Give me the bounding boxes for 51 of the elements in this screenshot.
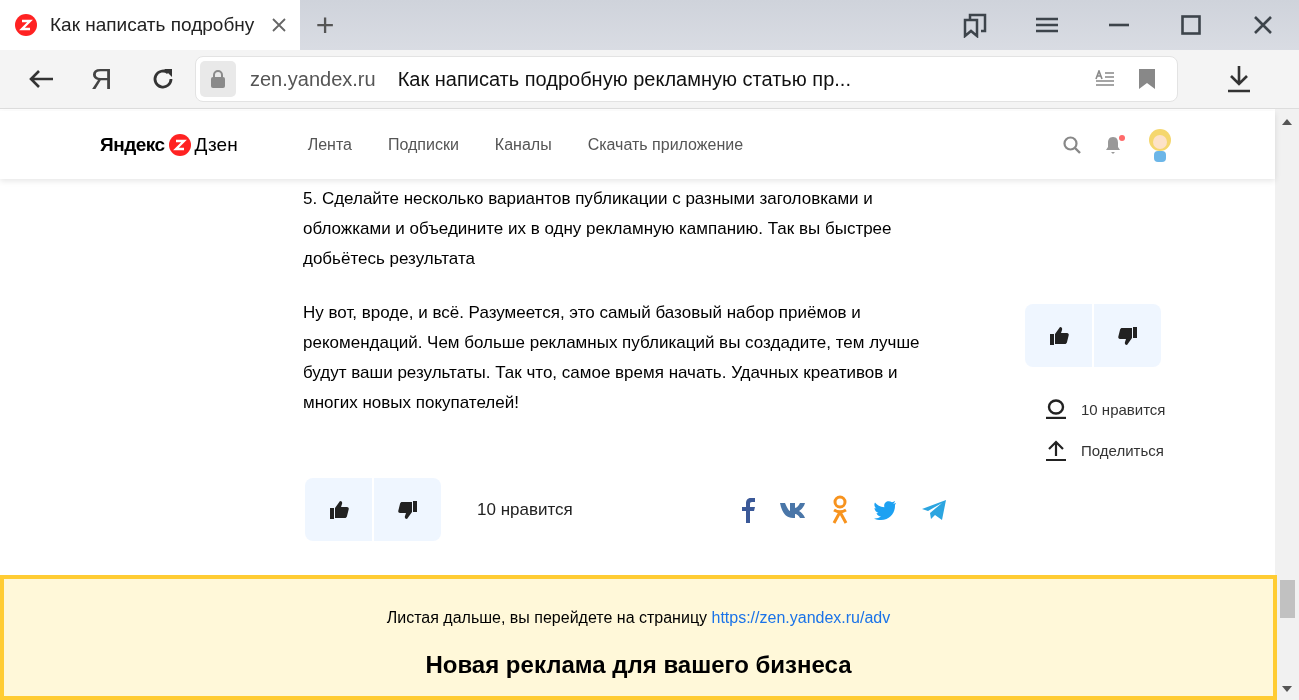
- close-icon[interactable]: [1254, 16, 1272, 34]
- vk-icon[interactable]: [778, 500, 807, 519]
- like-button[interactable]: [1025, 304, 1092, 367]
- nav-link[interactable]: Подписки: [387, 136, 459, 154]
- close-icon[interactable]: [272, 18, 286, 32]
- telegram-plane-icon[interactable]: [920, 498, 947, 521]
- likes-count: 10 нравится: [1081, 400, 1166, 418]
- browser-tab[interactable]: Как написать подробну: [0, 0, 300, 50]
- address-bar[interactable]: zen.yandex.ru Как написать подробную рекламную статью пр...: [195, 56, 1178, 102]
- thumbs-up-icon: [1047, 324, 1070, 347]
- nav-link[interactable]: Каналы: [494, 136, 552, 154]
- twitter-bird-icon[interactable]: [872, 499, 897, 520]
- new-tab-button[interactable]: +: [300, 0, 350, 50]
- minimize-icon[interactable]: [1109, 23, 1129, 27]
- logo-text[interactable]: Дзен: [194, 134, 238, 156]
- bookmark-icon[interactable]: [1139, 69, 1155, 89]
- scroll-down-icon[interactable]: [1282, 686, 1292, 692]
- facebook-icon[interactable]: [740, 496, 755, 523]
- likes-count: 10 нравится: [477, 499, 573, 520]
- article-paragraph: Ну вот, вроде, и всё. Разумеется, это самый базовый набор приёмов и рекомендаций. Чем больше рекламных публикаций вы создадите, тем лучше будут ваши результаты. Так что, самое время начать. Удачных креативов и многих новых покупателей!: [303, 302, 921, 414]
- zen-logo-icon: [14, 13, 38, 37]
- scroll-up-icon[interactable]: [1282, 119, 1292, 125]
- page-title: Как написать подробную рекламную статью пр...: [397, 67, 852, 91]
- zen-logo-icon: [167, 133, 192, 157]
- thumbs-down-icon: [396, 498, 419, 521]
- banner-link[interactable]: https://zen.yandex.ru/adv: [711, 609, 891, 626]
- scrollbar-thumb[interactable]: [1279, 580, 1295, 618]
- maximize-icon[interactable]: [1181, 15, 1201, 35]
- reader-mode-icon[interactable]: [1095, 70, 1115, 88]
- share-icon: [1045, 439, 1067, 461]
- search-icon[interactable]: [1063, 136, 1081, 154]
- article-paragraph: 5. Сделайте несколько вариантов публикации с разными заголовками и обложками и объедините их в одну рекламную кампанию. Так вы быстрее добьётесь результата: [303, 188, 893, 270]
- yandex-button[interactable]: Я: [71, 62, 132, 96]
- bell-icon[interactable]: [1103, 135, 1123, 155]
- next-article-title[interactable]: Новая реклама для вашего бизнеса: [425, 651, 852, 679]
- nav-link[interactable]: Лента: [307, 136, 352, 154]
- share-link[interactable]: Поделиться: [1081, 441, 1164, 459]
- dislike-button[interactable]: [374, 478, 441, 541]
- lock-icon: [200, 61, 236, 97]
- menu-icon[interactable]: [1036, 17, 1058, 33]
- download-icon: [1226, 65, 1251, 93]
- back-arrow-icon: [27, 69, 54, 89]
- thumbs-down-icon: [1116, 324, 1139, 347]
- dislike-button[interactable]: [1094, 304, 1161, 367]
- banner-text: Листая дальше, вы перейдете на страницу https://zen.yandex.ru/adv: [386, 609, 891, 627]
- nav-link[interactable]: Скачать приложение: [587, 136, 744, 154]
- like-button[interactable]: [305, 478, 372, 541]
- logo-text[interactable]: Яндекс: [100, 134, 165, 156]
- thumbs-up-icon: [327, 498, 350, 521]
- bookmarks-icon[interactable]: [962, 12, 988, 38]
- address-domain: zen.yandex.ru: [250, 67, 376, 91]
